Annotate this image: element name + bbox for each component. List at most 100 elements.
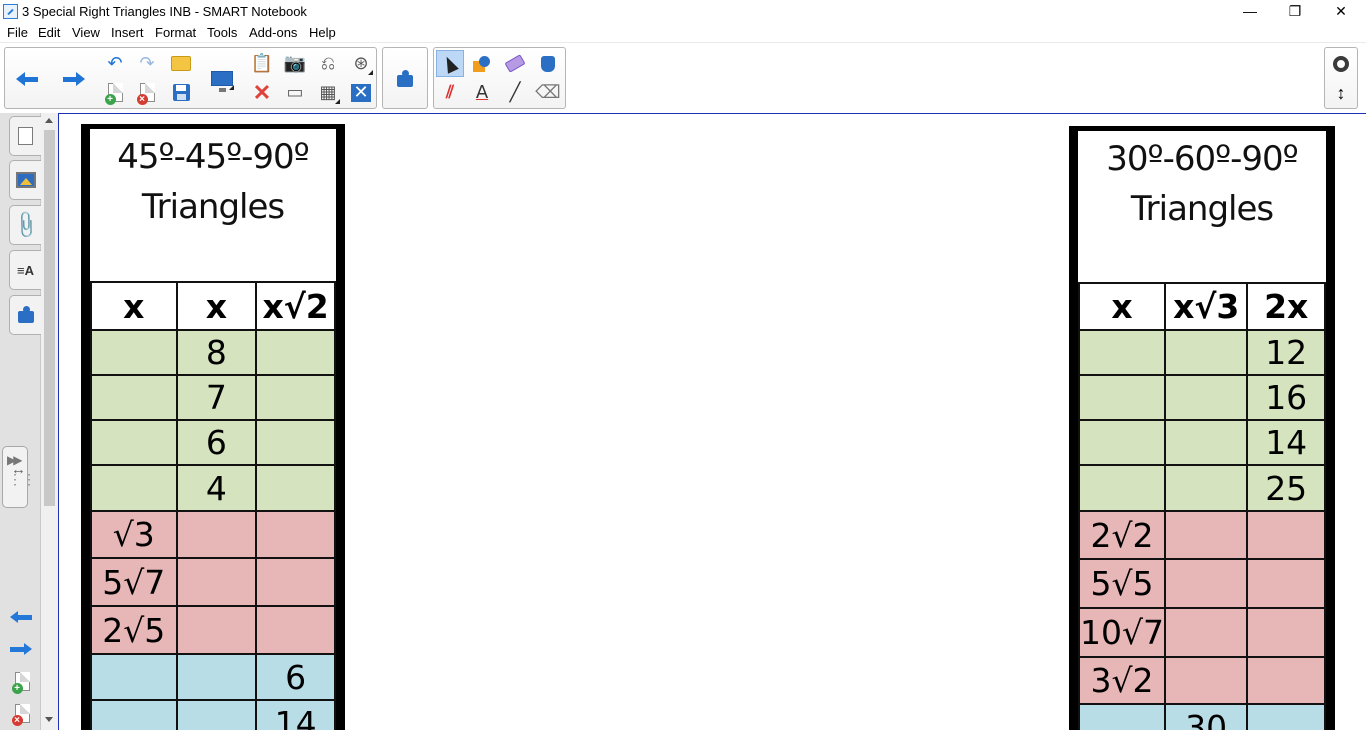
panel-30-60-90[interactable]: 30º-60º-90º Triangles x x√3 2x 12 16 14 … [1069,126,1335,730]
back-button[interactable] [13,65,41,92]
cell[interactable]: 2√5 [90,605,178,655]
move-toolbar-button[interactable]: ↕ [1327,79,1355,106]
add-ons-button[interactable] [391,65,419,92]
cell[interactable] [90,653,178,701]
cell[interactable] [1164,374,1249,421]
cell[interactable] [1077,464,1167,512]
display-button[interactable] [208,65,236,92]
cell[interactable]: 25 [1246,464,1326,512]
vertical-scrollbar[interactable] [41,113,58,730]
cell[interactable] [1077,374,1167,421]
tab-gallery[interactable] [9,160,41,200]
delete-button[interactable]: ✕ [248,79,276,106]
select-tool-button[interactable] [436,50,464,77]
scrollbar-thumb[interactable] [44,130,55,506]
cell[interactable] [1164,656,1249,705]
menu-edit[interactable]: Edit [38,25,60,40]
new-page-button[interactable]: + [101,79,129,106]
cell[interactable] [1246,510,1326,560]
cell[interactable] [1164,419,1249,466]
notebook-canvas[interactable]: 45º-45º-90º Triangles x x x√2 8 7 6 4 √3… [58,113,1366,730]
fill-tool-button[interactable] [534,50,562,77]
screen-capture-button[interactable]: 📷 [281,50,309,77]
menu-file[interactable]: File [7,25,28,40]
cell[interactable] [1164,464,1249,512]
tab-page-sorter[interactable] [9,116,41,156]
insert-table-button[interactable]: ▦ [314,79,342,106]
cell[interactable] [90,464,178,512]
restore-button[interactable]: ❐ [1272,0,1318,23]
settings-button[interactable] [1327,50,1355,77]
cell[interactable] [1246,607,1326,658]
resize-horizontal-icon[interactable]: ↔ [11,461,26,478]
cell[interactable] [1164,510,1249,560]
close-doc-button[interactable]: ✕ [347,79,375,106]
add-page-button[interactable]: + [8,668,36,695]
screen-shade-button[interactable]: ⊛ [347,50,375,77]
cell[interactable] [255,329,336,376]
cell[interactable] [1246,558,1326,609]
menu-insert[interactable]: Insert [111,25,144,40]
cell[interactable]: 14 [255,699,336,730]
cell[interactable]: √3 [90,510,178,559]
document-camera-button[interactable]: ⎌ [314,50,342,77]
cell[interactable] [1246,703,1326,730]
previous-page-button[interactable] [7,603,35,630]
cell[interactable] [1246,656,1326,705]
paste-button[interactable]: 📋 [248,50,276,77]
cell[interactable]: 30 [1164,703,1249,730]
cell[interactable] [1164,329,1249,376]
cell[interactable] [1164,558,1249,609]
cell[interactable]: 14 [1246,419,1326,466]
minimize-button[interactable]: — [1227,0,1273,23]
cell[interactable] [175,605,258,655]
full-screen-button[interactable]: ▭ [281,79,309,106]
tab-properties[interactable]: ≡A [9,250,41,290]
menu-format[interactable]: Format [155,25,196,40]
menu-help[interactable]: Help [309,25,336,40]
cell[interactable]: 5√5 [1077,558,1167,609]
scroll-down-icon[interactable] [45,717,53,722]
cell[interactable] [255,557,336,607]
cell[interactable]: 5√7 [90,557,178,607]
eraser-tool-button[interactable] [501,50,529,77]
undo-button[interactable]: ↶ [101,50,129,77]
cell[interactable] [1077,419,1167,466]
cell[interactable] [90,374,178,421]
cell[interactable]: 3√2 [1077,656,1167,705]
magic-eraser-button[interactable]: ⌫ [534,79,562,106]
delete-page-button[interactable]: × [133,79,161,106]
cell[interactable] [1077,329,1167,376]
cell[interactable]: 12 [1246,329,1326,376]
tab-add-ons[interactable] [9,295,41,335]
cell[interactable]: 6 [255,653,336,701]
menu-tools[interactable]: Tools [207,25,237,40]
cell[interactable] [1077,703,1167,730]
save-button[interactable] [167,79,195,106]
menu-view[interactable]: View [72,25,100,40]
panel-45-45-90[interactable]: 45º-45º-90º Triangles x x x√2 8 7 6 4 √3… [81,124,345,730]
forward-button[interactable] [60,65,88,92]
text-tool-button[interactable]: A [468,79,496,106]
cell[interactable] [175,699,258,730]
menu-add-ons[interactable]: Add-ons [249,25,297,40]
line-tool-button[interactable]: ╱ [501,79,529,106]
cell[interactable] [255,419,336,466]
cell[interactable]: 10√7 [1077,607,1167,658]
tab-attachments[interactable]: 📎 [9,205,41,245]
cell[interactable] [90,419,178,466]
cell[interactable]: 4 [175,464,258,512]
scroll-up-icon[interactable] [45,118,53,123]
close-button[interactable]: ✕ [1318,0,1364,23]
delete-page-sidebar-button[interactable]: × [8,700,36,727]
cell[interactable] [255,605,336,655]
cell[interactable] [255,464,336,512]
pens-tool-button[interactable]: ⫽ [436,79,464,106]
cell[interactable] [255,374,336,421]
cell[interactable]: 8 [175,329,258,376]
cell[interactable] [1164,607,1249,658]
cell[interactable]: 6 [175,419,258,466]
cell[interactable] [175,510,258,559]
cell[interactable] [175,653,258,701]
cell[interactable]: 7 [175,374,258,421]
